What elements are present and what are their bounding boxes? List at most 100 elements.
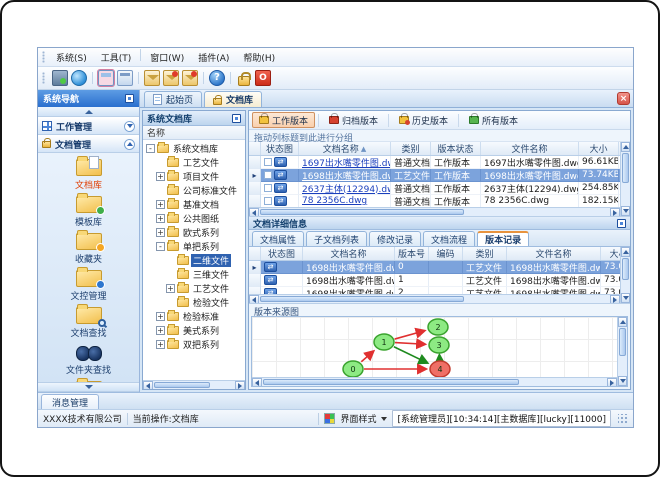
tree-item[interactable]: 检验文件 <box>143 295 245 309</box>
tree-item[interactable]: + 公共图纸 <box>143 211 245 225</box>
mail-icon[interactable] <box>144 70 160 86</box>
menu-item[interactable]: 插件(A) <box>191 49 236 66</box>
globe-icon[interactable] <box>71 70 87 86</box>
version-node[interactable]: 2 <box>427 318 449 336</box>
version-filter-button[interactable]: 历史版本 <box>392 112 455 128</box>
chevron-down-icon[interactable] <box>124 120 135 132</box>
horizontal-scrollbar[interactable] <box>249 294 620 303</box>
scroll-down-button[interactable] <box>618 376 627 386</box>
tree-item[interactable]: + 检验标准 <box>143 309 245 323</box>
scroll-up-button[interactable] <box>618 317 627 327</box>
scroll-thumb[interactable] <box>260 296 465 302</box>
scroll-up-button[interactable] <box>621 142 630 152</box>
folder-window-icon[interactable] <box>97 69 115 87</box>
column-header[interactable]: 类别 <box>463 247 507 260</box>
table-row[interactable]: ▸⇄1698出水嘴零件图.dwg0工艺文件1698出水嘴零件图.dwg73.00… <box>249 261 630 274</box>
scroll-thumb[interactable] <box>154 382 211 388</box>
expand-icon[interactable]: + <box>156 171 165 181</box>
tree-column-header[interactable]: 名称 <box>143 126 245 140</box>
scroll-thumb[interactable] <box>263 379 519 385</box>
menu-item[interactable]: 系统(S) <box>49 49 94 66</box>
tree-horizontal-scrollbar[interactable] <box>143 380 245 389</box>
expand-icon[interactable]: + <box>156 311 165 321</box>
scroll-left-button[interactable] <box>143 381 153 389</box>
mail-alert-icon[interactable] <box>163 70 179 86</box>
column-header[interactable]: 类别 <box>391 142 431 155</box>
scroll-left-button[interactable] <box>249 208 259 216</box>
expand-icon[interactable]: + <box>156 325 165 335</box>
tree-item[interactable]: - 系统文档库 <box>143 141 245 155</box>
nav-group-docs[interactable]: 文档管理 <box>38 135 139 153</box>
version-filter-button[interactable]: 工作版本 <box>252 112 316 128</box>
sidebar-item[interactable]: 文件夹查找 <box>42 342 136 379</box>
scroll-down-button[interactable] <box>621 206 630 216</box>
graph-vertical-scrollbar[interactable] <box>617 317 627 386</box>
table-row[interactable]: ⇄1698出水嘴零件图.dwg1工艺文件1698出水嘴零件图.dwg73.00K… <box>249 274 630 287</box>
scroll-right-button[interactable] <box>235 381 245 389</box>
table-row[interactable]: ⇄ 2637主体(12294).dwg 普通文档 工作版本 2637主体(12294).… <box>249 182 630 195</box>
scroll-up-button[interactable] <box>621 247 630 257</box>
detail-tab[interactable]: 子文档列表 <box>306 231 368 246</box>
column-header[interactable]: 版本号 <box>395 247 429 260</box>
scroll-right-button[interactable] <box>610 295 620 303</box>
version-filter-button[interactable]: 所有版本 <box>462 112 525 128</box>
collapse-icon[interactable]: - <box>146 143 155 153</box>
nav-collapse-top[interactable] <box>38 107 139 117</box>
expand-icon[interactable]: + <box>156 199 165 209</box>
scroll-thumb[interactable] <box>619 328 626 356</box>
lock-icon[interactable] <box>238 71 251 86</box>
menu-item[interactable]: 工具(T) <box>94 49 139 66</box>
sidebar-item[interactable]: 收藏夹 <box>42 230 136 268</box>
version-node[interactable]: 0 <box>342 360 364 378</box>
column-header[interactable]: 大小 <box>579 142 619 155</box>
pin-icon[interactable] <box>232 113 241 123</box>
interface-style-dropdown[interactable] <box>381 416 388 421</box>
sidebar-item[interactable]: 文控管理 <box>42 267 136 305</box>
version-node[interactable]: 3 <box>428 336 450 354</box>
tree-item[interactable]: + 基准文档 <box>143 197 245 211</box>
scroll-right-button[interactable] <box>610 208 620 216</box>
table-row[interactable]: ⇄ 1697出水嘴零件图.dwg 普通文档 工作版本 1697出水嘴零件图.dwg 96.… <box>249 156 630 169</box>
expand-icon[interactable]: + <box>156 227 165 237</box>
column-header[interactable]: 文档名称 <box>303 247 395 260</box>
tree-item[interactable]: + 项目文件 <box>143 169 245 183</box>
tree-item[interactable]: + 美式系列 <box>143 323 245 337</box>
column-header[interactable]: 状态图 <box>261 247 303 260</box>
pin-icon[interactable] <box>125 94 134 103</box>
expand-icon[interactable]: + <box>166 283 175 293</box>
tree-item[interactable]: 二维文件 <box>143 253 245 267</box>
scroll-thumb[interactable] <box>622 258 629 281</box>
vertical-scrollbar[interactable] <box>620 142 630 216</box>
tree-item[interactable]: + 工艺文件 <box>143 281 245 295</box>
mail-block-icon[interactable] <box>182 70 198 86</box>
column-header[interactable]: 文件名称 <box>481 142 579 155</box>
scroll-thumb[interactable] <box>622 153 629 183</box>
table-row[interactable]: ▸ ⇄ 1698出水嘴零件图.dwg 工艺文件 工作版本 1698出水嘴零件图.dwg 73… <box>249 169 630 182</box>
tree-item[interactable]: 公司标准文件 <box>143 183 245 197</box>
version-filter-button[interactable]: 归档版本 <box>322 112 385 128</box>
power-icon[interactable] <box>255 70 271 86</box>
pin-icon[interactable] <box>617 218 626 228</box>
detail-tab[interactable]: 版本记录 <box>477 231 530 246</box>
column-header[interactable]: 文件名称 <box>507 247 601 260</box>
scroll-left-button[interactable] <box>249 295 259 303</box>
scroll-thumb[interactable] <box>260 209 465 215</box>
checkbox[interactable] <box>264 184 272 192</box>
scroll-right-button[interactable] <box>607 378 617 386</box>
tab-active[interactable]: 文档库 <box>204 91 263 107</box>
tree-item[interactable]: 工艺文件 <box>143 155 245 169</box>
scroll-left-button[interactable] <box>252 378 262 386</box>
detail-tab[interactable]: 文档流程 <box>423 231 476 246</box>
menu-item[interactable]: 帮助(H) <box>236 49 282 66</box>
window-icon[interactable] <box>117 70 133 86</box>
tree-item[interactable]: 三维文件 <box>143 267 245 281</box>
remote-desktop-icon[interactable] <box>52 70 68 86</box>
chevron-up-icon[interactable] <box>124 138 135 150</box>
version-node[interactable]: 4 <box>429 360 451 378</box>
tree-item[interactable]: + 欧式系列 <box>143 225 245 239</box>
checkbox[interactable] <box>264 158 272 166</box>
tab-inactive[interactable]: 起始页 <box>144 91 203 107</box>
menu-item[interactable]: 窗口(W) <box>143 49 191 66</box>
graph-horizontal-scrollbar[interactable] <box>252 377 617 386</box>
detail-tab[interactable]: 文档属性 <box>252 231 305 246</box>
